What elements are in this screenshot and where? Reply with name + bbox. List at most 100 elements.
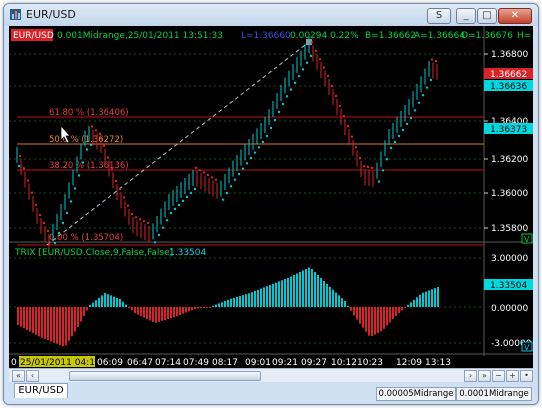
trix-bar <box>404 307 406 308</box>
price-dot <box>434 59 438 63</box>
price-dot <box>169 211 173 215</box>
time-label: 08:17 <box>212 358 238 368</box>
trix-bar <box>119 299 121 307</box>
trix-bar <box>332 289 334 307</box>
scroll-last-button[interactable]: » <box>478 370 491 382</box>
title-bar[interactable]: EUR/USD S _ □ ✕ <box>4 4 538 26</box>
trix-bar <box>71 307 73 337</box>
price-dot <box>106 156 110 159</box>
trix-bar <box>134 307 136 313</box>
price-dot <box>214 178 218 181</box>
scroll-marker-bottom[interactable]: V <box>524 343 530 352</box>
trix-bar <box>266 286 268 307</box>
price-dot <box>65 211 69 215</box>
trix-bar <box>89 305 91 307</box>
minimize-button[interactable]: _ <box>456 8 476 24</box>
time-prefix: 0 <box>11 358 17 368</box>
trix-bar <box>164 307 166 320</box>
scroll-right-button[interactable]: › <box>464 370 477 382</box>
tab-midrange-0-00005[interactable]: 0.00005Midrange <box>376 387 456 401</box>
trix-bar <box>227 299 229 307</box>
price-dot <box>301 68 305 71</box>
indicator-label[interactable]: TRIX [EUR/USD.Close,9,False,False] <box>14 248 173 258</box>
price-chart[interactable]: 61.80 % (1.36406) 50.0 % (1.36272) 38.20… <box>9 26 533 368</box>
trix-bar <box>35 307 37 335</box>
price-dot <box>273 118 277 122</box>
scroll-marker-top[interactable]: V <box>524 235 530 244</box>
price-dot <box>102 144 106 147</box>
time-label: 10:23 <box>357 358 383 368</box>
fib-price-badge: 1.36373 <box>490 125 527 135</box>
price-dot <box>193 187 197 191</box>
zoom-reset-button[interactable]: • <box>520 370 533 382</box>
time-label: 09:01 <box>245 358 271 368</box>
tab-eurusd[interactable]: EUR/USD <box>14 383 68 398</box>
price-dot <box>181 199 185 203</box>
time-label: 12:09 <box>396 358 422 368</box>
scroll-thumb[interactable] <box>69 371 261 381</box>
zoom-out-button[interactable]: − <box>492 370 505 382</box>
scroll-first-button[interactable]: « <box>12 370 25 382</box>
trix-bar <box>38 307 40 337</box>
indicator-value-label: 1.33504 <box>169 248 206 258</box>
horizontal-scrollbar[interactable]: « ‹ › » − + • <box>9 368 533 382</box>
zoom-in-button[interactable]: + <box>506 370 519 382</box>
trix-bar <box>260 288 262 307</box>
trix-bar <box>149 307 151 321</box>
price-dot <box>161 226 165 229</box>
price-dot <box>165 219 169 222</box>
trix-bar <box>311 269 313 307</box>
price-dot <box>61 221 65 225</box>
price-dot <box>381 169 385 172</box>
trix-bar <box>305 269 307 307</box>
trix-bar <box>293 275 295 307</box>
trix-bar <box>53 307 55 343</box>
trix-bar <box>137 307 139 315</box>
price-dot <box>370 166 374 169</box>
price-dot <box>314 49 318 52</box>
fib-label-0: 0.00 % (1.35704) <box>49 233 123 243</box>
time-label: 06:47 <box>127 358 153 368</box>
trix-bar <box>230 298 232 307</box>
price-dot <box>57 231 61 235</box>
price-tick-5: 1.36000 <box>491 189 528 199</box>
scroll-left-button[interactable]: ‹ <box>26 370 39 382</box>
price-dot <box>277 110 281 114</box>
trix-bar <box>158 307 160 322</box>
maximize-button[interactable]: □ <box>477 8 497 24</box>
close-button[interactable]: ✕ <box>498 8 532 24</box>
symbol-badge[interactable]: EUR/USD <box>13 31 54 41</box>
price-dot <box>366 165 370 169</box>
trix-bar <box>125 304 127 307</box>
trix-bar <box>419 294 421 307</box>
info-open: O=1.36676 <box>461 31 513 41</box>
trix-bar <box>212 305 214 307</box>
fib-label-50: 50.0 % (1.36272) <box>49 135 123 145</box>
trix-bar <box>209 307 211 308</box>
fib-label-61: 61.80 % (1.36406) <box>49 108 129 118</box>
trix-bar <box>323 281 325 307</box>
price-dot <box>389 146 393 150</box>
tab-midrange-0-0001[interactable]: 0.0001Midrange <box>456 387 532 401</box>
trix-bar <box>422 292 424 307</box>
price-dot <box>377 180 381 183</box>
trix-bar <box>326 284 328 307</box>
last-price-badge: 1.36636 <box>490 82 527 92</box>
price-dot <box>233 178 237 181</box>
chart-area[interactable]: 61.80 % (1.36406) 50.0 % (1.36272) 38.20… <box>9 26 533 368</box>
info-text: 0.001Midrange,25/01/2011 13:51:33 <box>57 31 223 41</box>
s-button[interactable]: S <box>427 8 451 24</box>
trix-bar <box>401 307 403 311</box>
trix-bar <box>437 287 439 307</box>
bid-price-badge: 1.36662 <box>490 70 527 80</box>
trix-bar <box>92 302 94 307</box>
price-dot <box>26 179 30 182</box>
price-dot <box>310 41 314 44</box>
price-dot <box>358 156 362 160</box>
price-dot <box>221 198 225 201</box>
price-dot <box>85 148 89 151</box>
trix-bar <box>374 307 376 335</box>
trix-bar <box>131 307 133 311</box>
price-dot <box>73 187 77 190</box>
trix-bar <box>74 307 76 332</box>
